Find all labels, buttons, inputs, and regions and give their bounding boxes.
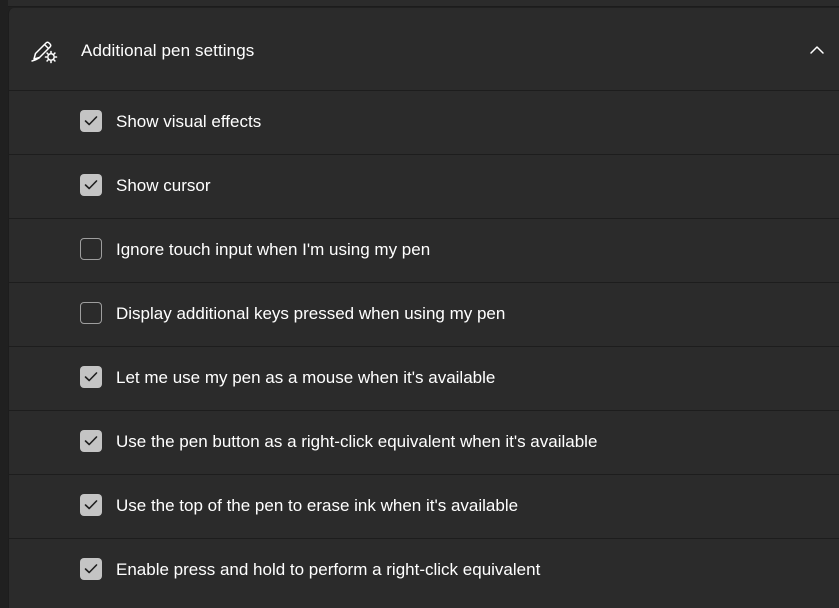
options-list: Show visual effects Show cursor Ignore tou… [9, 91, 839, 603]
previous-card-edge [8, 0, 839, 7]
option-checkbox[interactable] [80, 110, 102, 132]
checkmark-icon [84, 564, 98, 574]
option-row: Show cursor [9, 155, 839, 219]
option-label[interactable]: Let me use my pen as a mouse when it's a… [116, 368, 495, 388]
option-label[interactable]: Display additional keys pressed when usi… [116, 304, 505, 324]
checkmark-icon [84, 500, 98, 510]
option-checkbox[interactable] [80, 302, 102, 324]
option-label[interactable]: Show cursor [116, 176, 210, 196]
option-checkbox[interactable] [80, 494, 102, 516]
option-label[interactable]: Show visual effects [116, 112, 261, 132]
option-row: Display additional keys pressed when usi… [9, 283, 839, 347]
checkmark-icon [84, 180, 98, 190]
checkmark-icon [84, 436, 98, 446]
section-title: Additional pen settings [81, 41, 255, 60]
option-label[interactable]: Ignore touch input when I'm using my pen [116, 240, 430, 260]
option-checkbox[interactable] [80, 430, 102, 452]
option-label[interactable]: Use the top of the pen to erase ink when… [116, 496, 518, 516]
pen-settings-icon [30, 38, 58, 64]
option-checkbox[interactable] [80, 174, 102, 196]
checkmark-icon [84, 372, 98, 382]
option-row: Show visual effects [9, 91, 839, 155]
option-label[interactable]: Use the pen button as a right-click equi… [116, 432, 597, 452]
option-row: Use the top of the pen to erase ink when… [9, 475, 839, 539]
option-label[interactable]: Enable press and hold to perform a right… [116, 560, 540, 580]
option-row: Let me use my pen as a mouse when it's a… [9, 347, 839, 411]
checkmark-icon [84, 116, 98, 126]
section-header[interactable]: Additional pen settings [9, 8, 839, 91]
option-checkbox[interactable] [80, 238, 102, 260]
additional-pen-settings-card: Additional pen settings Show visual effe… [8, 8, 839, 608]
option-checkbox[interactable] [80, 366, 102, 388]
chevron-up-icon[interactable] [808, 41, 826, 59]
option-row: Enable press and hold to perform a right… [9, 539, 839, 603]
option-checkbox[interactable] [80, 558, 102, 580]
option-row: Ignore touch input when I'm using my pen [9, 219, 839, 283]
option-row: Use the pen button as a right-click equi… [9, 411, 839, 475]
